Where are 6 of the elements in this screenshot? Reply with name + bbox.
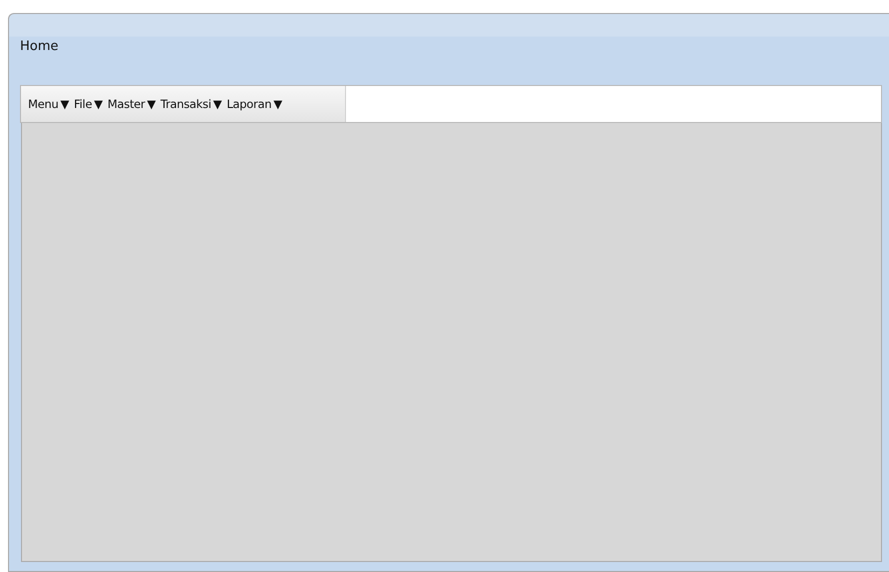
menu-item[interactable]: Laporan ▼ xyxy=(226,97,282,111)
menu-item[interactable]: Menu ▼ xyxy=(28,97,69,111)
menu-item[interactable]: Master ▼ xyxy=(108,97,156,111)
menu-item[interactable]: Transaksi ▼ xyxy=(160,97,222,111)
window-title: Home xyxy=(20,39,58,54)
menu-item[interactable]: File ▼ xyxy=(74,97,103,111)
